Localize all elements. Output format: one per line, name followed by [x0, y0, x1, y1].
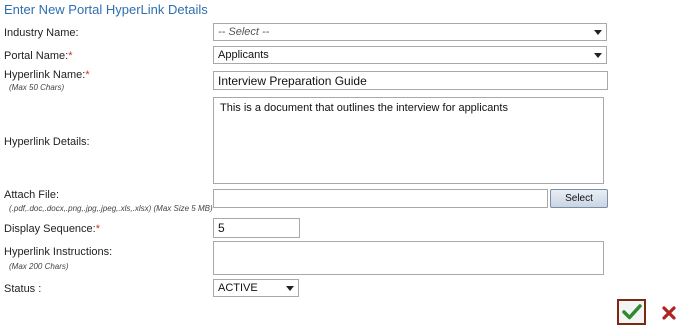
form-title: Enter New Portal HyperLink Details — [4, 2, 208, 17]
industry-name-select[interactable]: -- Select -- — [213, 23, 607, 41]
checkmark-icon — [621, 304, 642, 320]
attach-file-label: Attach File: — [4, 189, 60, 201]
cancel-button[interactable] — [658, 302, 680, 324]
hyperlink-name-value: Interview Preparation Guide — [218, 74, 367, 88]
hyperlink-instructions-textarea[interactable] — [213, 241, 604, 275]
chevron-down-icon — [594, 30, 602, 35]
hyperlink-instructions-hint: (Max 200 Chars) — [9, 262, 69, 271]
portal-name-label: Portal Name:* — [4, 50, 73, 62]
display-sequence-input[interactable]: 5 — [213, 218, 300, 238]
chevron-down-icon — [286, 286, 294, 291]
display-sequence-value: 5 — [218, 221, 225, 235]
attach-file-hint: (.pdf,.doc,.docx,.png,.jpg,.jpeg,.xls,.x… — [9, 204, 213, 213]
display-sequence-label: Display Sequence:* — [4, 223, 101, 235]
hyperlink-details-value: This is a document that outlines the int… — [220, 102, 508, 114]
status-value: ACTIVE — [218, 282, 258, 294]
status-select[interactable]: ACTIVE — [213, 279, 299, 297]
hyperlink-instructions-label: Hyperlink Instructions: — [4, 246, 113, 258]
hyperlink-name-hint: (Max 50 Chars) — [9, 83, 65, 92]
status-label: Status : — [4, 283, 42, 295]
select-file-button[interactable]: Select — [550, 189, 608, 208]
x-icon — [662, 306, 676, 320]
attach-file-input[interactable] — [213, 189, 548, 208]
chevron-down-icon — [594, 53, 602, 58]
hyperlink-name-input[interactable]: Interview Preparation Guide — [213, 71, 608, 90]
hyperlink-details-textarea[interactable]: This is a document that outlines the int… — [213, 97, 604, 184]
industry-name-label: Industry Name: — [4, 27, 79, 39]
industry-name-value: -- Select -- — [218, 26, 270, 38]
hyperlink-name-label: Hyperlink Name:* — [4, 69, 90, 81]
save-button[interactable] — [617, 299, 646, 325]
portal-name-value: Applicants — [218, 49, 269, 61]
portal-name-select[interactable]: Applicants — [213, 46, 607, 64]
hyperlink-details-label: Hyperlink Details: — [4, 136, 90, 148]
